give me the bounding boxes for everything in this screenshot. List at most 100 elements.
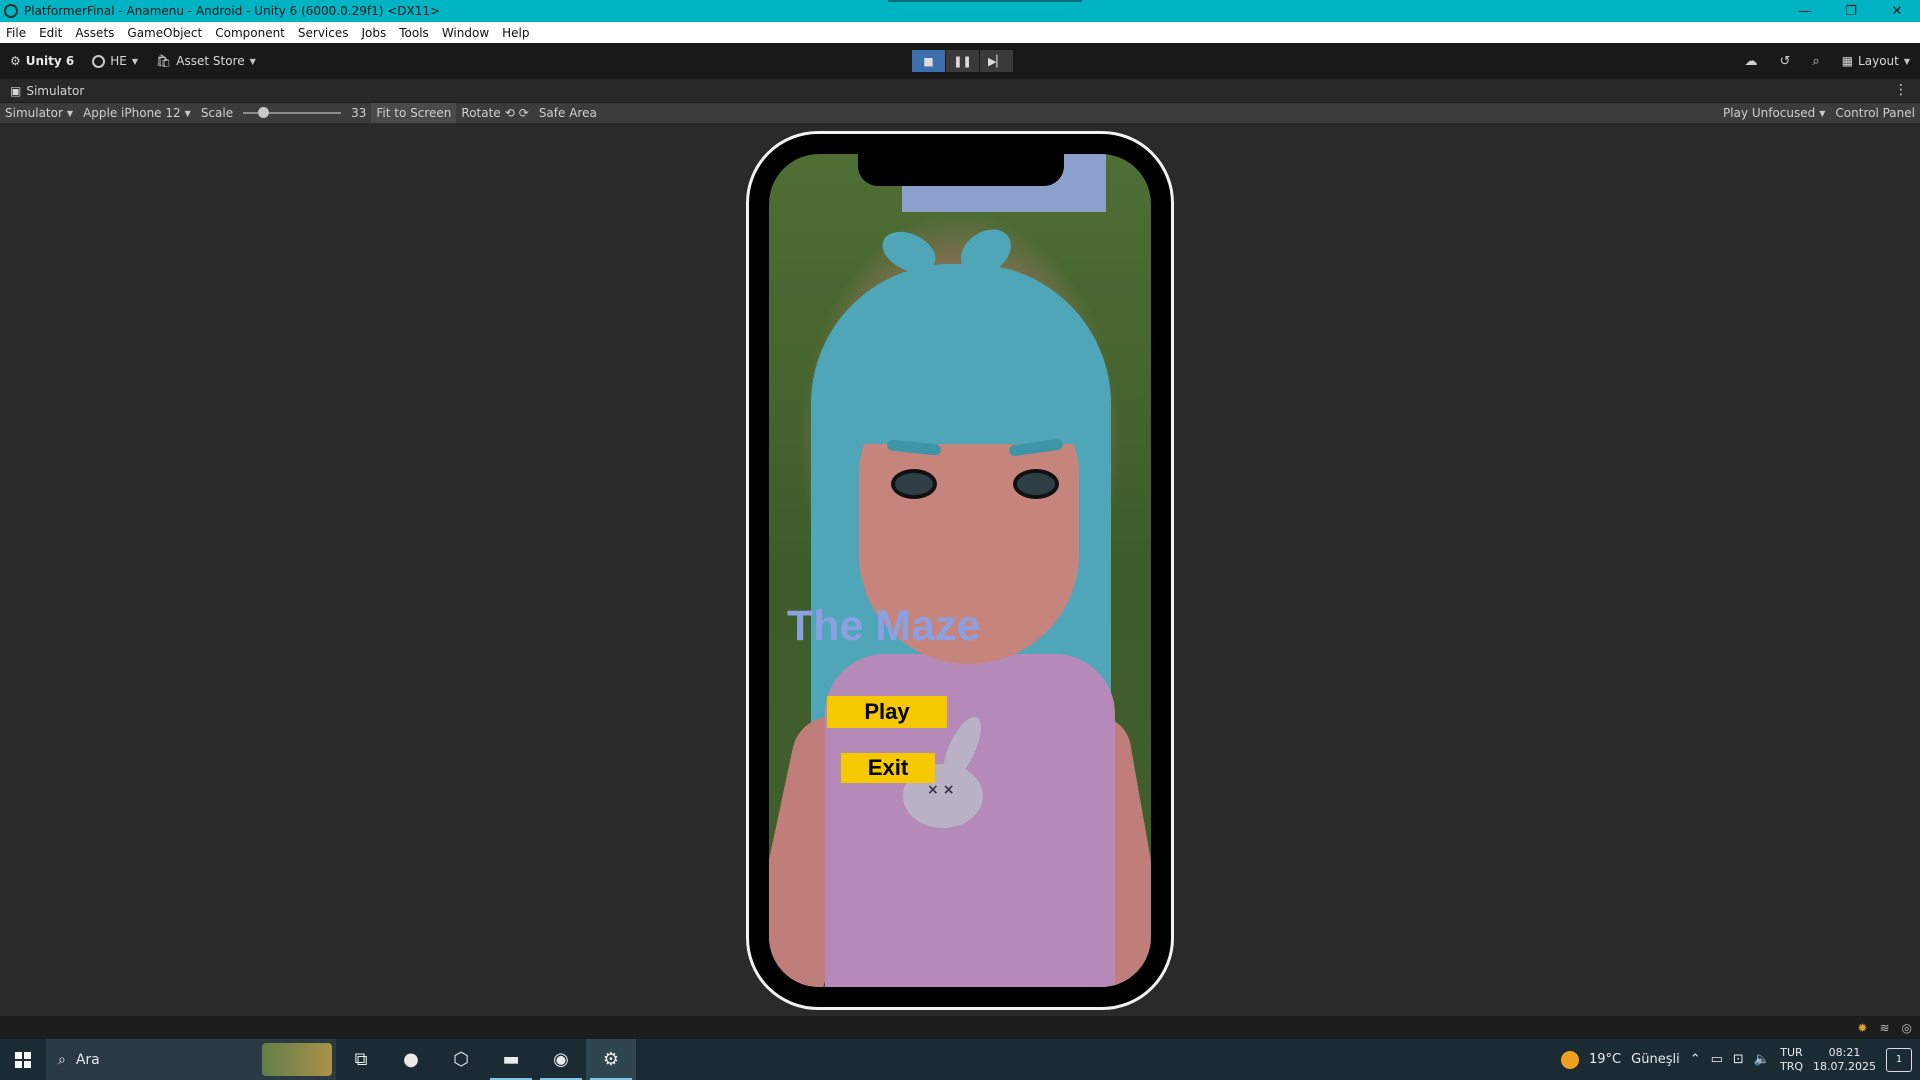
lang-bottom: TRQ	[1779, 1059, 1804, 1073]
device-dropdown[interactable]: Apple iPhone 12 ▼	[78, 103, 196, 123]
control-panel-label: Control Panel	[1835, 106, 1915, 120]
window-title: PlatformerFinal - Anamenu - Android - Un…	[24, 4, 441, 18]
layout-dropdown[interactable]: ▦ Layout ▼	[1842, 54, 1910, 68]
window-titlebar: PlatformerFinal - Anamenu - Android - Un…	[0, 0, 1920, 22]
unity-app-icon	[4, 4, 18, 18]
github-desktop-icon[interactable]: ●	[386, 1039, 436, 1080]
play-mode-dropdown[interactable]: Play Unfocused ▼	[1718, 103, 1830, 123]
menu-gameobject[interactable]: GameObject	[127, 26, 202, 40]
rotate-control: Rotate ⟲ ⟳	[456, 103, 533, 123]
scale-value: 33	[351, 106, 367, 120]
game-view[interactable]: ×× The Maze Play Exit	[769, 154, 1151, 987]
scale-slider-knob[interactable]	[257, 107, 269, 118]
menu-help[interactable]: Help	[502, 26, 529, 40]
menu-window[interactable]: Window	[442, 26, 489, 40]
menu-bar: File Edit Assets GameObject Component Se…	[0, 22, 1920, 43]
search-icon[interactable]: ⌕	[1812, 54, 1819, 69]
menu-jobs[interactable]: Jobs	[362, 26, 387, 40]
unity-menu-button[interactable]: ⚙ Unity 6	[10, 54, 74, 68]
unity-editor-icon[interactable]: ⚙	[586, 1039, 636, 1080]
task-view-icon[interactable]: ⧉	[336, 1039, 386, 1080]
windows-logo-icon	[15, 1051, 31, 1068]
character-eye	[891, 469, 937, 499]
lang-top: TUR	[1780, 1045, 1803, 1059]
taskbar-search[interactable]: ⌕ Ara	[46, 1039, 336, 1080]
search-placeholder: Ara	[75, 1051, 100, 1068]
volume-icon[interactable]: 🔈	[1754, 1052, 1770, 1067]
safe-area-label: Safe Area	[538, 106, 597, 120]
control-panel-button[interactable]: Control Panel	[1830, 103, 1920, 123]
rotate-label: Rotate	[461, 106, 501, 120]
rotate-right-icon[interactable]: ⟳	[519, 106, 529, 120]
unity-logo-icon: ⚙	[10, 54, 21, 68]
titlebar-accent	[888, 0, 1082, 2]
pause-button[interactable]: ❚❚	[946, 50, 979, 72]
close-button[interactable]: ✕	[1874, 0, 1920, 22]
account-icon	[92, 54, 106, 68]
search-highlight-image	[262, 1043, 332, 1076]
stop-button[interactable]: ■	[912, 50, 945, 72]
weather-desc[interactable]: Güneşli	[1631, 1052, 1680, 1067]
account-dropdown[interactable]: HE ▼	[92, 54, 138, 68]
notification-center-button[interactable]: 1	[1886, 1047, 1912, 1072]
weather-temp[interactable]: 19°C	[1589, 1052, 1621, 1067]
safe-area-toggle[interactable]: Safe Area	[534, 103, 602, 123]
meet-now-icon[interactable]: ▭	[1711, 1052, 1723, 1067]
window-controls: — ❐ ✕	[1782, 0, 1920, 22]
sun-icon	[1561, 1050, 1580, 1069]
chevron-up-icon[interactable]: ⌃	[1690, 1052, 1701, 1067]
history-icon[interactable]: ↺	[1780, 54, 1791, 69]
device-label: Apple iPhone 12	[83, 106, 181, 120]
clock-time: 08:21	[1828, 1045, 1861, 1059]
menu-tools[interactable]: Tools	[399, 26, 429, 40]
toolbar-right: ☁ ↺ ⌕ ▦ Layout ▼	[1745, 43, 1910, 79]
more-options-icon[interactable]: ⋮	[1894, 82, 1908, 98]
asset-store-dropdown[interactable]: 🛍 Asset Store ▼	[156, 54, 256, 68]
simulator-toolbar: Simulator ▼ Apple iPhone 12 ▼ Scale 33 F…	[0, 103, 1920, 123]
menu-services[interactable]: Services	[298, 26, 349, 40]
chrome-icon[interactable]: ◉	[536, 1039, 586, 1080]
start-button[interactable]	[0, 1039, 46, 1080]
simulator-tab-label: Simulator	[26, 83, 85, 98]
menu-edit[interactable]: Edit	[39, 26, 62, 40]
play-button[interactable]: Play	[827, 696, 947, 728]
check-circle-icon[interactable]: ◎	[1902, 1021, 1912, 1035]
bag-icon: 🛍	[156, 54, 172, 68]
unity-hub-icon[interactable]: ⬡	[436, 1039, 486, 1080]
play-mode-label: Play Unfocused	[1723, 106, 1816, 120]
minimize-button[interactable]: —	[1782, 0, 1828, 22]
menu-component[interactable]: Component	[215, 26, 285, 40]
menu-file[interactable]: File	[6, 26, 26, 40]
maximize-button[interactable]: ❐	[1828, 0, 1874, 22]
system-tray: 19°C Güneşli ⌃ ▭ ⊡ 🔈 TUR TRQ 08:21 18.07…	[1561, 1039, 1920, 1080]
simulator-mode-dropdown[interactable]: Simulator ▼	[0, 103, 78, 123]
rotate-left-icon[interactable]: ⟲	[505, 106, 515, 120]
shirt-bunny-face: ××	[927, 782, 959, 798]
windows-taskbar: ⌕ Ara ⧉ ● ⬡ ▬ ◉ ⚙ 19°C Güneşli ⌃ ▭ ⊡ 🔈 T…	[0, 1039, 1920, 1080]
fit-to-screen-button[interactable]: Fit to Screen	[371, 103, 457, 123]
account-label: HE	[110, 54, 127, 68]
clock[interactable]: 08:21 18.07.2025	[1813, 1046, 1876, 1074]
network-icon[interactable]: ⊡	[1733, 1052, 1744, 1067]
unity-label: Unity 6	[25, 54, 75, 68]
chevron-down-icon: ▼	[131, 56, 139, 66]
device-notch	[858, 154, 1064, 186]
chevron-down-icon: ▼	[249, 56, 256, 66]
step-button[interactable]: ▶▏	[980, 50, 1013, 72]
bug-icon[interactable]: ✹	[1857, 1021, 1867, 1035]
game-title: The Maze	[787, 602, 981, 650]
chevron-down-icon: ▼	[1819, 108, 1826, 118]
cloud-icon[interactable]: ☁	[1745, 54, 1758, 69]
scale-slider[interactable]	[243, 107, 342, 118]
layers-icon[interactable]: ≋	[1879, 1021, 1889, 1035]
notification-count: 1	[1895, 1054, 1903, 1065]
file-explorer-icon[interactable]: ▬	[486, 1039, 536, 1080]
chevron-down-icon: ▼	[184, 108, 191, 118]
menu-assets[interactable]: Assets	[75, 26, 114, 40]
layout-icon: ▦	[1841, 54, 1854, 68]
exit-button[interactable]: Exit	[841, 753, 935, 783]
simulator-tab[interactable]: ▣ Simulator ⋮	[0, 79, 1920, 103]
scale-control: Scale 33	[196, 103, 372, 123]
input-language[interactable]: TUR TRQ	[1780, 1046, 1803, 1074]
device-frame: ×× The Maze Play Exit	[746, 131, 1174, 1010]
